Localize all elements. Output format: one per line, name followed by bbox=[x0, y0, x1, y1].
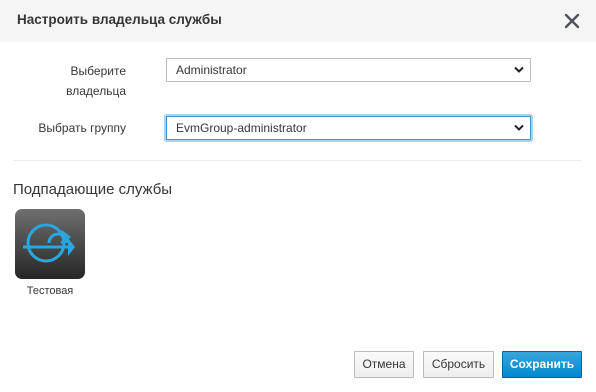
owner-select[interactable]: Administrator bbox=[166, 58, 531, 82]
owner-label-line2: владельца bbox=[66, 84, 126, 98]
dialog-title: Настроить владельца службы bbox=[17, 12, 222, 27]
group-label: Выбрать группу bbox=[38, 121, 126, 135]
service-tile-label: Тестовая bbox=[26, 285, 74, 297]
chevron-down-icon bbox=[514, 124, 524, 131]
cancel-button[interactable]: Отмена bbox=[354, 351, 414, 378]
owner-select-value: Administrator bbox=[176, 63, 247, 77]
group-select-value: EvmGroup-administrator bbox=[176, 121, 307, 135]
service-arrow-icon bbox=[23, 223, 75, 263]
service-tile[interactable] bbox=[15, 209, 85, 279]
chevron-down-icon bbox=[514, 66, 524, 73]
save-button[interactable]: Сохранить bbox=[502, 351, 582, 378]
close-icon bbox=[564, 13, 580, 29]
owner-label-line1: Выберите bbox=[70, 64, 126, 78]
services-heading: Подпадающие службы bbox=[13, 181, 173, 198]
owner-label: Выберите владельца bbox=[20, 61, 126, 101]
reset-button[interactable]: Сбросить bbox=[423, 351, 494, 378]
group-select[interactable]: EvmGroup-administrator bbox=[166, 116, 531, 140]
dialog-header: Настроить владельца службы bbox=[0, 0, 596, 42]
close-button[interactable] bbox=[563, 12, 581, 30]
section-divider bbox=[13, 160, 582, 161]
